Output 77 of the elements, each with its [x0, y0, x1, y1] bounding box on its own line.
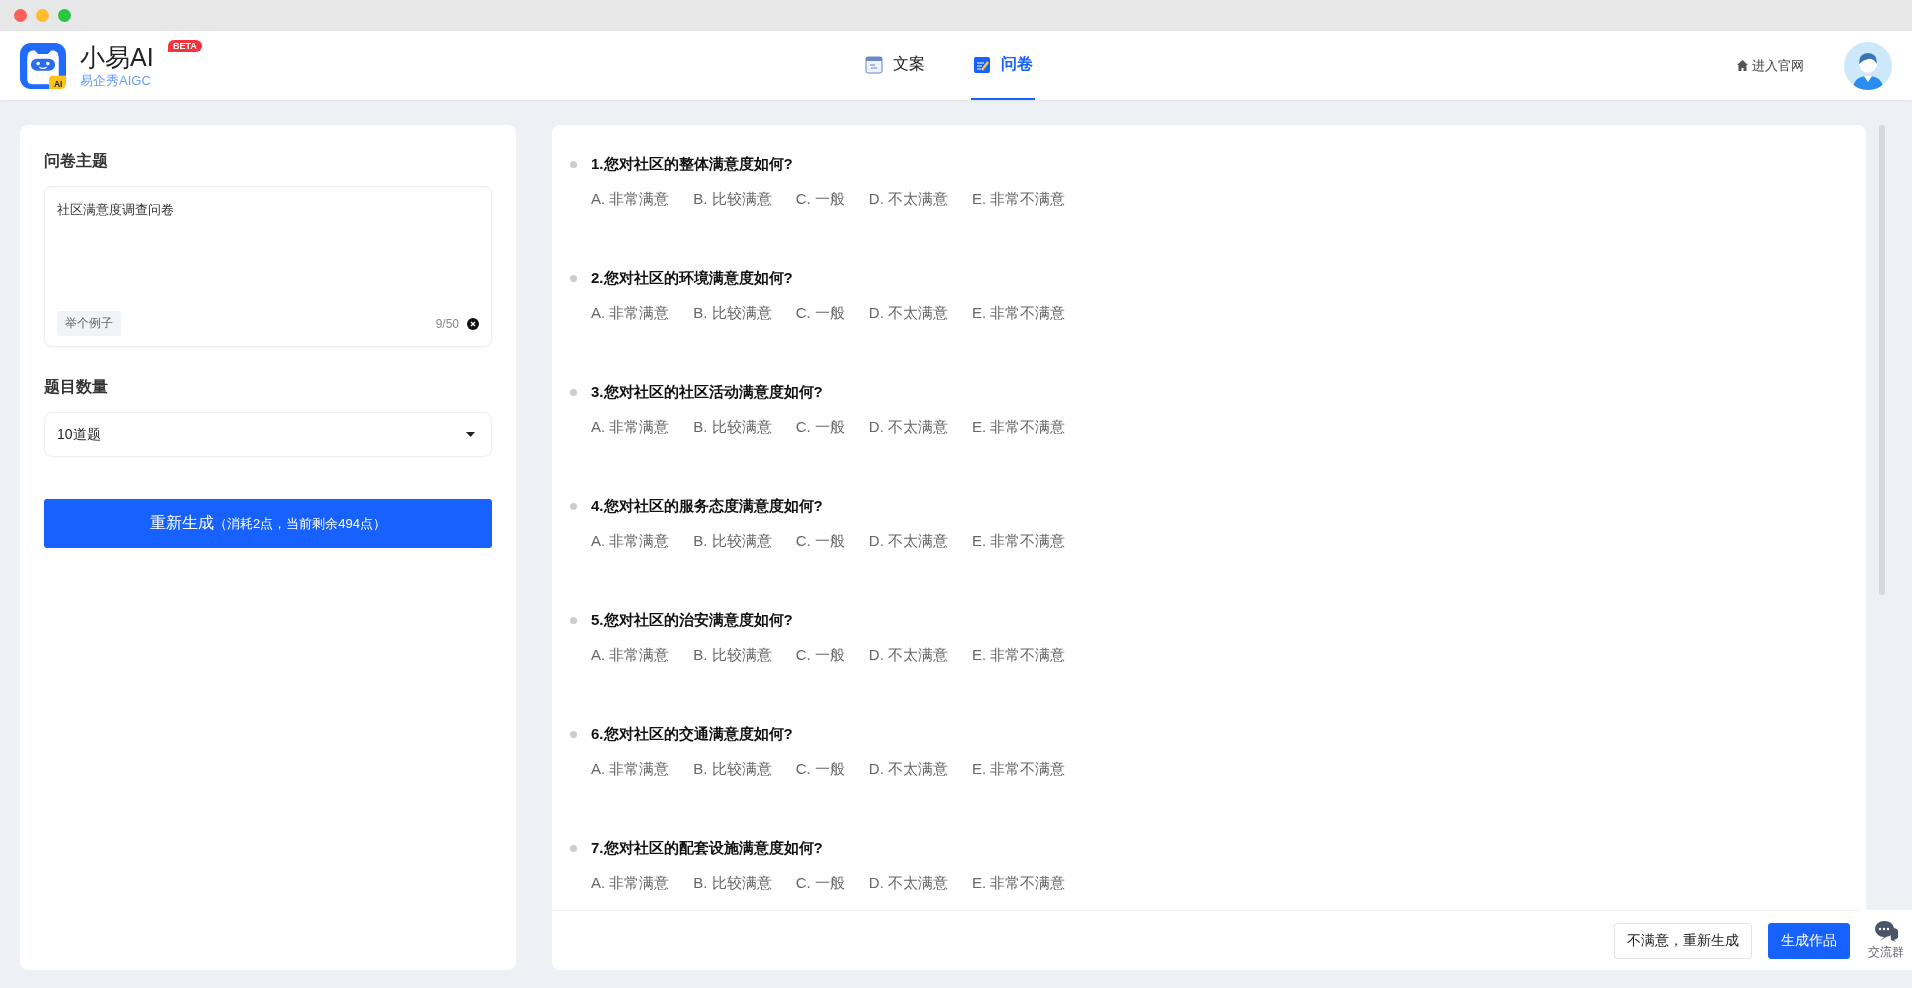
caret-icon	[466, 432, 475, 437]
question-title: 5.您对社区的治安满意度如何?	[591, 611, 793, 630]
answer-option: C. 一般	[795, 532, 845, 551]
answer-option: D. 不太满意	[868, 304, 949, 323]
answer-option: C. 一般	[795, 190, 845, 209]
answer-option: D. 不太满意	[868, 874, 949, 893]
regenerate-button[interactable]: 重新生成（消耗2点，当前剩余494点）	[44, 499, 492, 548]
answer-option: B. 比较满意	[693, 874, 772, 893]
bullet-icon	[570, 845, 577, 852]
answer-option: A. 非常满意	[591, 304, 670, 323]
chat-group-widget[interactable]: 交流群	[1860, 910, 1912, 970]
website-link[interactable]: 进入官网	[1737, 56, 1804, 75]
question-title: 2.您对社区的环境满意度如何?	[591, 269, 793, 288]
nav-tab[interactable]: 问卷	[970, 31, 1035, 100]
app-name: 小易AI	[80, 41, 154, 72]
bullet-icon	[570, 389, 577, 396]
answer-option: B. 比较满意	[693, 304, 772, 323]
question-count-label: 题目数量	[44, 377, 109, 397]
answer-option: D. 不太满意	[868, 418, 949, 437]
beta-badge: BETA	[168, 39, 202, 52]
regenerate-button[interactable]: 不满意，重新生成	[1614, 922, 1752, 959]
close-window-icon[interactable]	[14, 9, 27, 22]
bullet-icon	[570, 731, 577, 738]
home-icon	[1737, 60, 1748, 71]
answer-option: B. 比较满意	[693, 190, 772, 209]
answer-option: C. 一般	[795, 418, 845, 437]
clear-icon[interactable]	[467, 317, 479, 330]
question-title: 4.您对社区的服务态度满意度如何?	[591, 497, 823, 516]
question-title: 7.您对社区的配套设施满意度如何?	[591, 839, 823, 858]
minimize-window-icon[interactable]	[36, 9, 49, 22]
question-title: 1.您对社区的整体满意度如何?	[591, 155, 793, 174]
answer-option: E. 非常不满意	[972, 874, 1066, 893]
bullet-icon	[570, 161, 577, 168]
answer-option: E. 非常不满意	[972, 304, 1066, 323]
answer-option: A. 非常满意	[591, 874, 670, 893]
answer-option: E. 非常不满意	[972, 760, 1066, 779]
answer-option: E. 非常不满意	[972, 646, 1066, 665]
answer-option: E. 非常不满意	[972, 532, 1066, 551]
answer-option: C. 一般	[795, 760, 845, 779]
answer-option: A. 非常满意	[591, 190, 670, 209]
document-icon	[864, 55, 883, 74]
answer-option: C. 一般	[795, 646, 845, 665]
question-title: 6.您对社区的交通满意度如何?	[591, 725, 793, 744]
app-subtitle: 易企秀AIGC	[80, 71, 152, 90]
nav-tab[interactable]: 文案	[862, 31, 927, 100]
scrollbar[interactable]	[1879, 125, 1885, 595]
answer-option: C. 一般	[795, 304, 845, 323]
question-title: 3.您对社区的社区活动满意度如何?	[591, 383, 823, 402]
answer-option: B. 比较满意	[693, 646, 772, 665]
robot-logo-icon: AI	[20, 42, 66, 89]
pencil-note-icon	[972, 55, 991, 74]
answer-option: B. 比较满意	[693, 418, 772, 437]
answer-option: A. 非常满意	[591, 760, 670, 779]
topic-label: 问卷主题	[44, 151, 109, 171]
character-counter: 9/50	[435, 316, 459, 331]
answer-option: D. 不太满意	[868, 532, 949, 551]
answer-option: E. 非常不满意	[972, 418, 1066, 437]
question-count-select[interactable]: 10道题	[44, 412, 492, 457]
answer-option: D. 不太满意	[868, 760, 949, 779]
bullet-icon	[570, 275, 577, 282]
answer-option: A. 非常满意	[591, 646, 670, 665]
bullet-icon	[570, 503, 577, 510]
topic-input-field[interactable]: 社区满意度调查问卷 举个例子 9/50	[44, 186, 492, 347]
answer-option: C. 一般	[795, 874, 845, 893]
user-avatar[interactable]	[1844, 41, 1892, 90]
answer-option: B. 比较满意	[693, 532, 772, 551]
generate-button[interactable]: 生成作品	[1768, 922, 1850, 959]
answer-option: D. 不太满意	[868, 190, 949, 209]
zoom-window-icon[interactable]	[58, 9, 71, 22]
answer-option: A. 非常满意	[591, 532, 670, 551]
answer-option: D. 不太满意	[868, 646, 949, 665]
answer-option: A. 非常满意	[591, 418, 670, 437]
bullet-icon	[570, 617, 577, 624]
answer-option: E. 非常不满意	[972, 190, 1066, 209]
answer-option: B. 比较满意	[693, 760, 772, 779]
example-chip[interactable]: 举个例子	[57, 311, 121, 336]
chat-bubbles-icon	[1874, 919, 1898, 942]
